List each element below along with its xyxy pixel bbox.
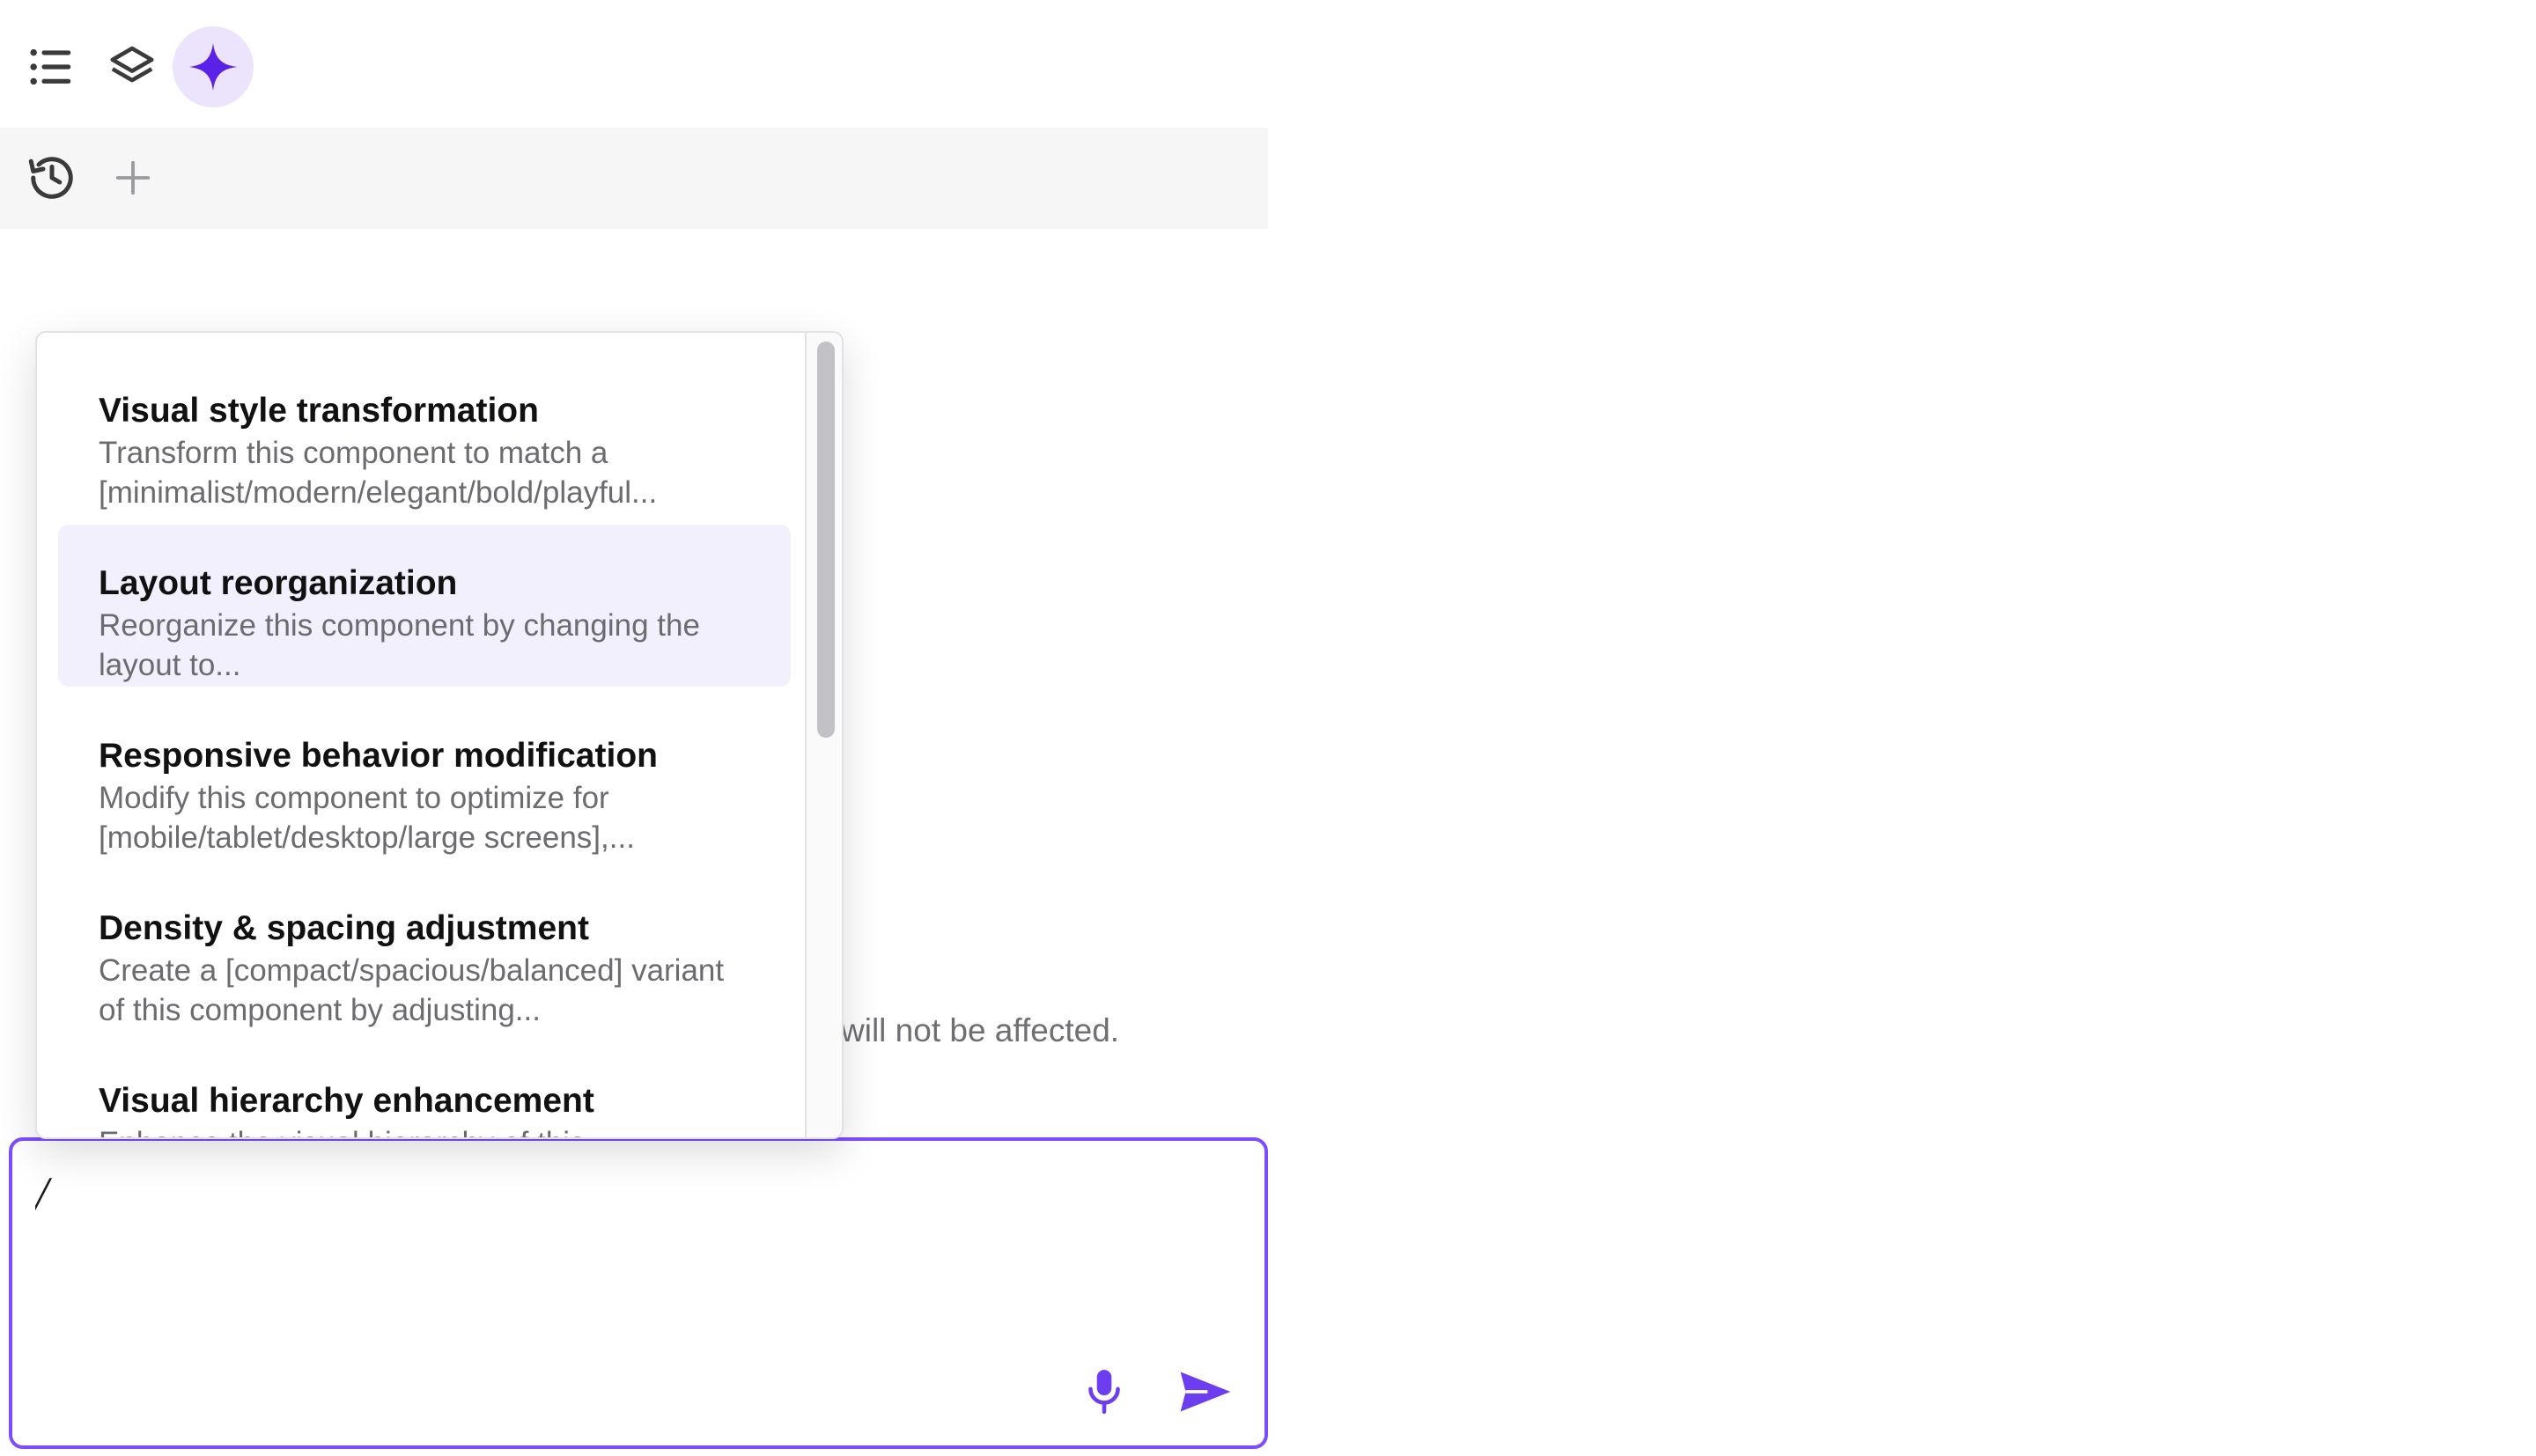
prompt-suggestions-popup: Visual style transformation Transform th… (35, 331, 844, 1139)
suggestion-title: Visual hierarchy enhancement (99, 1082, 594, 1120)
prompt-input[interactable] (35, 1158, 1004, 1229)
suggestion-description: Reorganize this component by changing th… (99, 608, 700, 682)
suggestion-title: Density & spacing adjustment (99, 909, 589, 947)
suggestions-list: Visual style transformation Transform th… (37, 333, 812, 1137)
history-button[interactable] (12, 138, 92, 217)
suggestion-visual-hierarchy[interactable]: Visual hierarchy enhancement Enhance the… (58, 1042, 791, 1137)
send-button[interactable] (1166, 1352, 1245, 1431)
ai-sparkle-icon (188, 42, 238, 92)
suggestion-layout-reorganization[interactable]: Layout reorganization Reorganize this co… (58, 525, 791, 687)
suggestion-description: Create a [compact/spacious/balanced] var… (99, 953, 725, 1027)
suggestion-density-spacing[interactable]: Density & spacing adjustment Create a [c… (58, 870, 791, 1032)
suggestion-title: Visual style transformation (99, 392, 539, 430)
suggestion-responsive-behavior[interactable]: Responsive behavior modification Modify … (58, 697, 791, 859)
add-icon (115, 160, 151, 195)
suggestions-scrollbar[interactable] (805, 333, 842, 1137)
suggestion-visual-style[interactable]: Visual style transformation Transform th… (58, 352, 791, 514)
top-icon-bar (0, 0, 1268, 128)
layers-icon (110, 46, 154, 83)
prompt-composer (9, 1137, 1268, 1449)
microphone-icon (1088, 1370, 1120, 1415)
suggestion-title: Responsive behavior modification (99, 737, 658, 775)
new-chat-button[interactable] (93, 138, 173, 217)
scrollbar-thumb[interactable] (817, 342, 835, 738)
list-view-button[interactable] (11, 26, 92, 107)
ai-assistant-button[interactable] (173, 26, 254, 107)
suggestion-description: Modify this component to optimize for [m… (99, 781, 635, 855)
info-message: will not be affected. (841, 1012, 1120, 1048)
list-icon (30, 48, 71, 85)
layers-button[interactable] (92, 26, 173, 107)
suggestion-description: Enhance the visual hierarchy of this (99, 1123, 750, 1137)
voice-input-button[interactable] (1069, 1352, 1139, 1431)
chat-toolbar (0, 128, 1268, 229)
suggestion-description: Transform this component to match a [min… (99, 436, 658, 510)
suggestion-title: Layout reorganization (99, 564, 458, 602)
send-icon (1180, 1371, 1231, 1412)
history-icon (28, 157, 73, 199)
